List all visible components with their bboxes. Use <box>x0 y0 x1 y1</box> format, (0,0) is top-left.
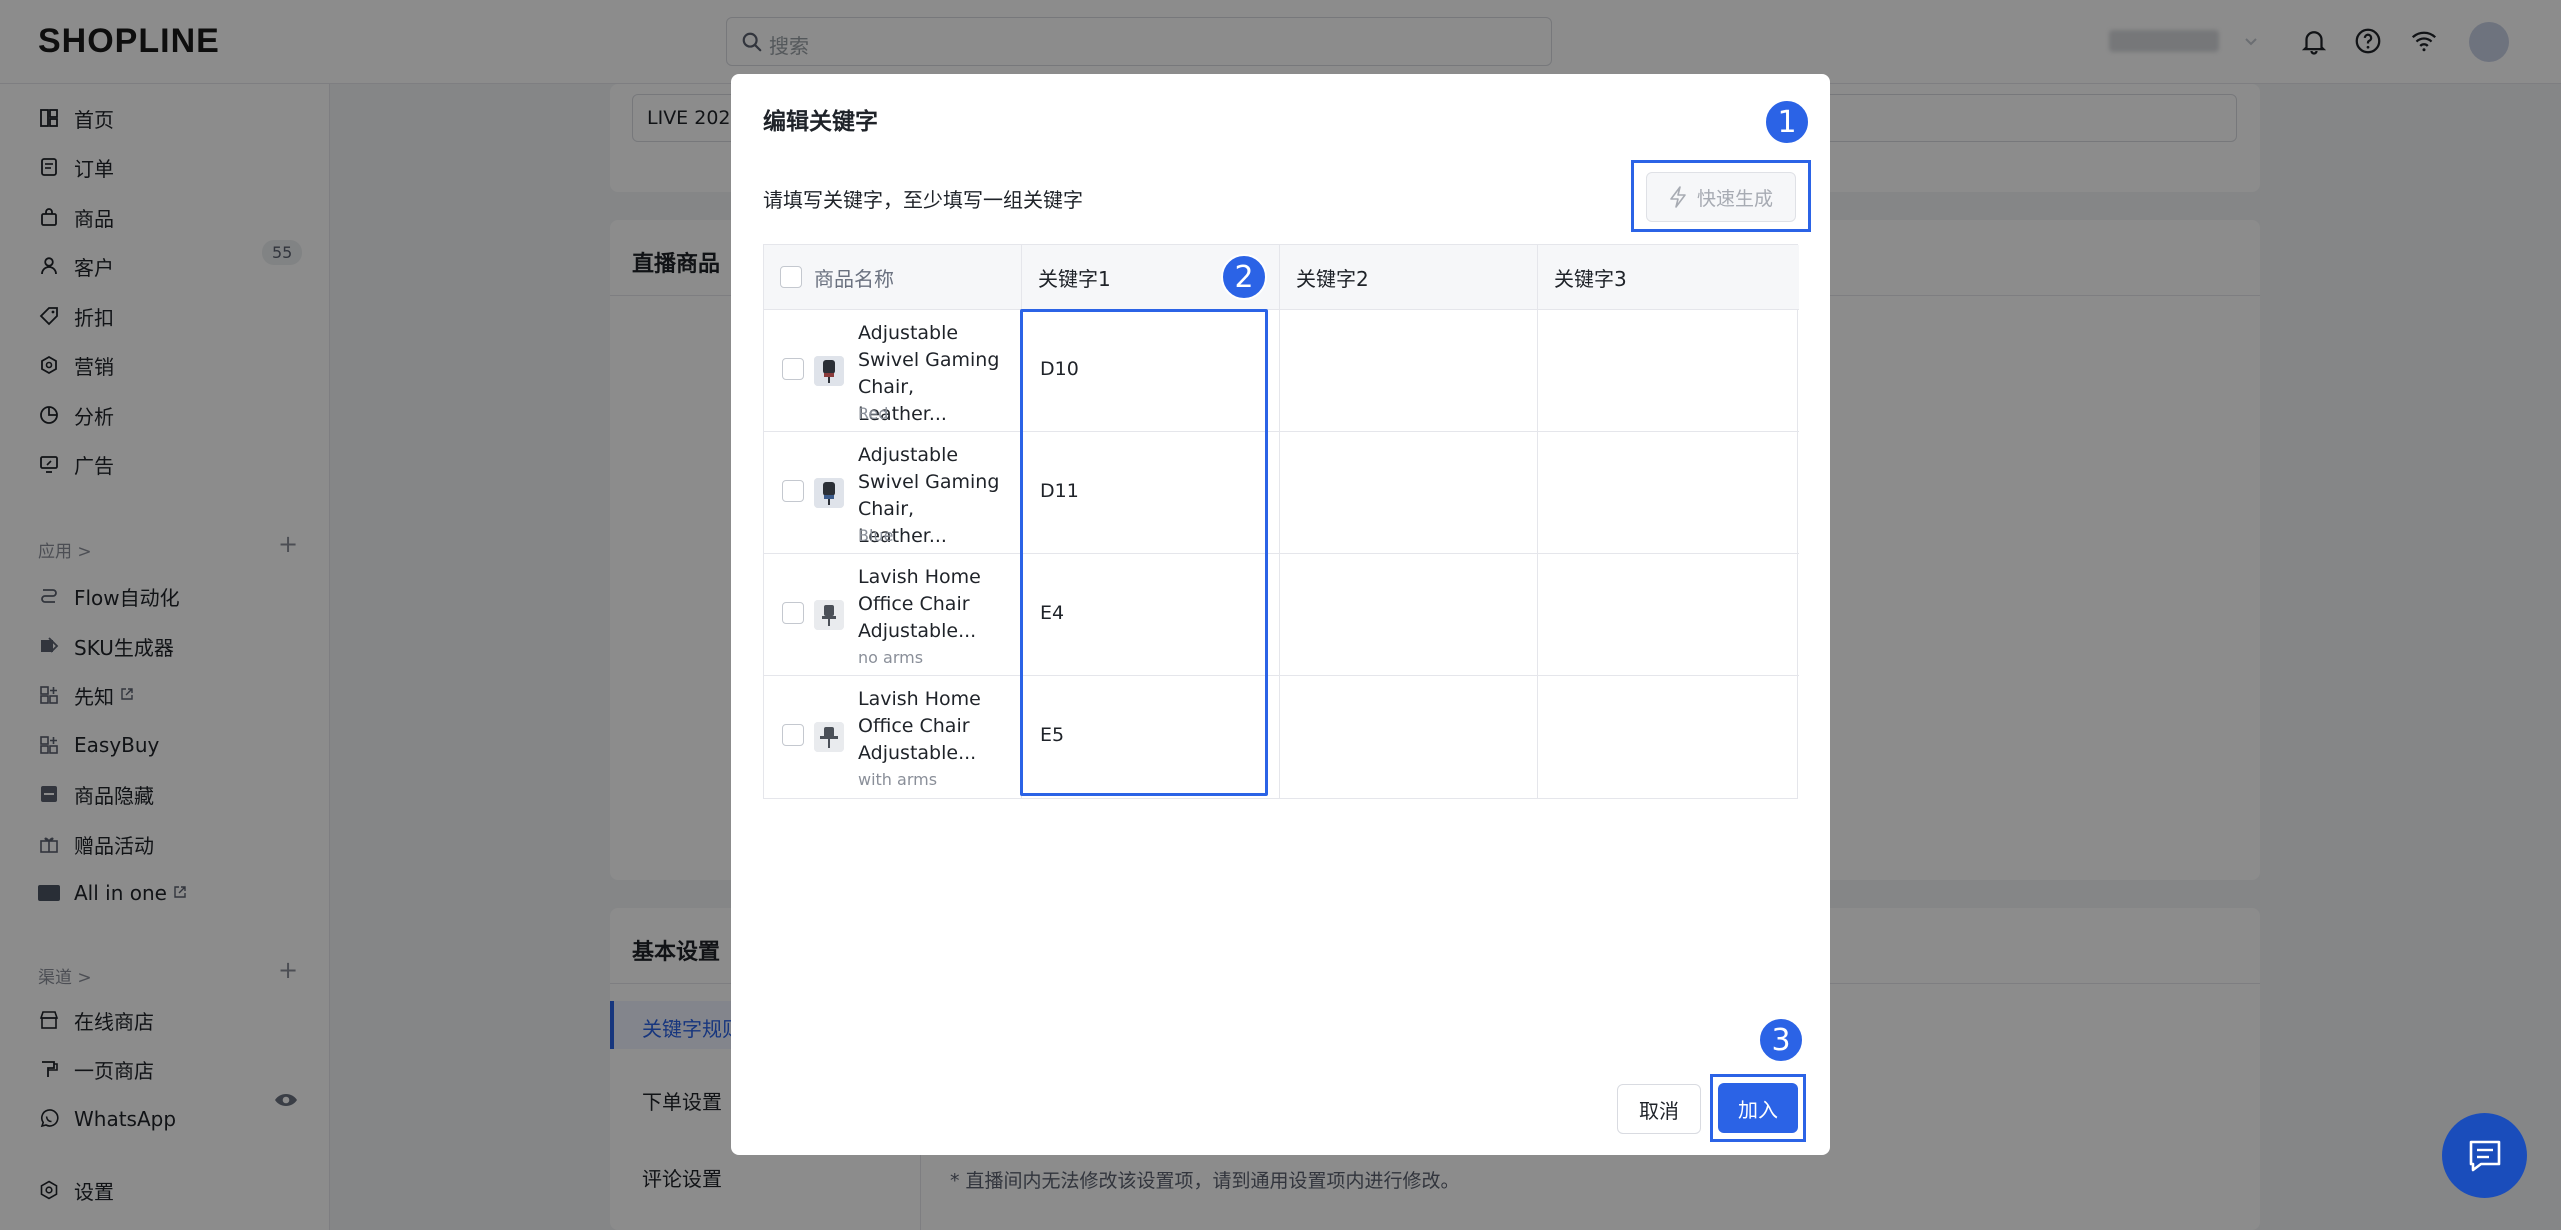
join-button[interactable]: 加入 <box>1718 1083 1798 1133</box>
product-thumbnail <box>814 722 844 752</box>
edit-keywords-dialog: 编辑关键字 请填写关键字，至少填写一组关键字 快速生成 商品名称 关键字1 关键… <box>731 74 1830 1155</box>
product-cell: Adjustable Swivel Gaming Chair, Leather.… <box>764 310 1022 432</box>
table-row: Lavish Home Office Chair Adjustable... w… <box>764 676 1799 798</box>
join-button-highlight: 加入 <box>1710 1074 1806 1142</box>
lightning-icon <box>1670 186 1686 208</box>
keyword-3-cell[interactable] <box>1538 310 1799 432</box>
keyword-1-column-highlight <box>1020 309 1268 796</box>
step-marker-1: 1 <box>1764 99 1810 145</box>
row-checkbox[interactable] <box>782 358 804 380</box>
product-thumbnail <box>814 478 844 508</box>
column-header-label: 商品名称 <box>814 266 894 291</box>
row-checkbox[interactable] <box>782 602 804 624</box>
keyword-3-cell[interactable] <box>1538 554 1799 676</box>
product-thumbnail <box>814 600 844 630</box>
product-cell: Lavish Home Office Chair Adjustable... n… <box>764 554 1022 676</box>
product-thumbnail <box>814 356 844 386</box>
chat-icon <box>2469 1140 2500 1171</box>
column-header-label: 关键字1 <box>1038 266 1111 291</box>
keyword-2-cell[interactable] <box>1280 310 1538 432</box>
product-name: Lavish Home Office Chair Adjustable... <box>858 566 981 642</box>
chat-button[interactable] <box>2442 1113 2527 1198</box>
cancel-button[interactable]: 取消 <box>1617 1084 1701 1134</box>
table-row: Adjustable Swivel Gaming Chair, Leather.… <box>764 432 1799 554</box>
product-variant: Blue <box>858 526 894 545</box>
row-checkbox[interactable] <box>782 724 804 746</box>
product-variant: with arms <box>858 770 938 789</box>
keyword-table: 商品名称 关键字1 关键字2 关键字3 Adjustable Swivel Ga… <box>763 244 1799 799</box>
dialog-hint: 请填写关键字，至少填写一组关键字 <box>763 188 1083 212</box>
keyword-2-cell[interactable] <box>1280 554 1538 676</box>
table-row: Lavish Home Office Chair Adjustable... n… <box>764 554 1799 676</box>
column-header-keyword-2: 关键字2 <box>1280 245 1538 310</box>
quick-generate-button[interactable]: 快速生成 <box>1646 172 1796 222</box>
select-all-checkbox[interactable] <box>780 266 802 288</box>
quick-generate-highlight: 快速生成 <box>1631 160 1811 232</box>
dialog-title: 编辑关键字 <box>763 109 878 135</box>
column-header-keyword-3: 关键字3 <box>1538 245 1799 310</box>
product-variant: Red <box>858 404 889 423</box>
product-cell: Adjustable Swivel Gaming Chair, Leather.… <box>764 432 1022 554</box>
keyword-3-cell[interactable] <box>1538 432 1799 554</box>
column-header-product: 商品名称 <box>764 245 1022 310</box>
product-variant: no arms <box>858 648 924 667</box>
keyword-3-cell[interactable] <box>1538 676 1799 798</box>
step-marker-3: 3 <box>1758 1017 1804 1063</box>
column-header-label: 关键字2 <box>1296 266 1369 291</box>
column-header-label: 关键字3 <box>1554 266 1627 291</box>
step-marker-2: 2 <box>1221 254 1267 300</box>
keyword-2-cell[interactable] <box>1280 676 1538 798</box>
row-checkbox[interactable] <box>782 480 804 502</box>
keyword-2-cell[interactable] <box>1280 432 1538 554</box>
table-row: Adjustable Swivel Gaming Chair, Leather.… <box>764 310 1799 432</box>
product-name: Lavish Home Office Chair Adjustable... <box>858 688 981 764</box>
product-cell: Lavish Home Office Chair Adjustable... w… <box>764 676 1022 798</box>
quick-generate-label: 快速生成 <box>1696 187 1773 210</box>
